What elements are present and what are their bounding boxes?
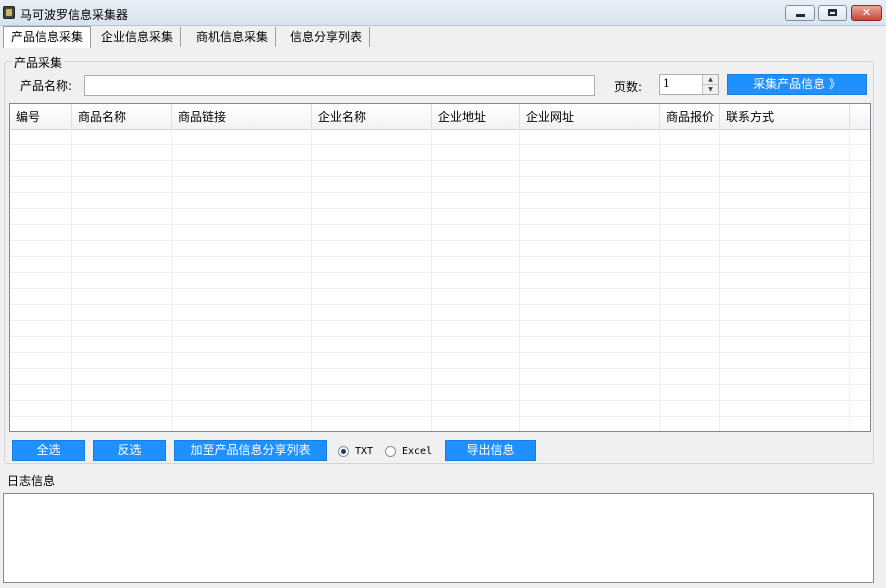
collect-product-button[interactable]: 采集产品信息 》 — [727, 74, 867, 95]
log-title: 日志信息 — [7, 474, 56, 488]
tab-opportunity-collect[interactable]: 商机信息采集 — [189, 27, 277, 47]
tab-company-collect[interactable]: 企业信息采集 — [94, 27, 182, 47]
txt-radio[interactable] — [338, 446, 349, 457]
stepper-up-icon[interactable]: ▲ — [702, 75, 718, 85]
group-title: 产品采集 — [12, 54, 65, 71]
column-divider — [171, 129, 172, 431]
column-header[interactable]: 商品链接 — [172, 104, 312, 129]
title-bar: 马可波罗信息采集器 ✕ — [0, 0, 886, 26]
pages-value: 1 — [663, 77, 670, 90]
maximize-button[interactable] — [818, 5, 847, 21]
column-divider — [519, 129, 520, 431]
maximize-icon — [819, 6, 846, 20]
minimize-icon — [786, 6, 814, 20]
column-header[interactable]: 企业网址 — [520, 104, 660, 129]
txt-radio-label[interactable]: TXT — [355, 446, 373, 457]
invert-selection-button[interactable]: 反选 — [93, 440, 166, 461]
column-divider — [311, 129, 312, 431]
pages-stepper[interactable]: 1 ▲ ▼ — [659, 74, 719, 95]
column-divider — [719, 129, 720, 431]
column-header[interactable]: 联系方式 — [720, 104, 850, 129]
close-button[interactable]: ✕ — [851, 5, 882, 21]
tab-share-list[interactable]: 信息分享列表 — [283, 27, 371, 47]
column-header[interactable]: 商品名称 — [72, 104, 172, 129]
table-header: 编号 商品名称 商品链接 企业名称 企业地址 企业网址 商品报价 联系方式 — [10, 104, 870, 130]
column-header[interactable]: 商品报价 — [660, 104, 720, 129]
product-name-label: 产品名称: — [20, 79, 73, 93]
column-header[interactable]: 编号 — [10, 104, 72, 129]
close-icon: ✕ — [861, 6, 872, 19]
column-divider — [849, 129, 850, 431]
column-divider — [431, 129, 432, 431]
column-header[interactable]: 企业名称 — [312, 104, 432, 129]
select-all-button[interactable]: 全选 — [12, 440, 85, 461]
stepper-down-icon[interactable]: ▼ — [702, 85, 718, 94]
column-divider — [659, 129, 660, 431]
product-table[interactable]: 编号 商品名称 商品链接 企业名称 企业地址 企业网址 商品报价 联系方式 — [9, 103, 871, 432]
table-body — [10, 129, 870, 431]
excel-radio-label[interactable]: Excel — [402, 446, 432, 457]
column-header[interactable]: 企业地址 — [432, 104, 520, 129]
pages-label: 页数: — [614, 80, 643, 94]
tab-product-collect[interactable]: 产品信息采集 — [3, 26, 92, 48]
export-button[interactable]: 导出信息 — [445, 440, 536, 461]
app-icon — [3, 6, 15, 19]
log-textarea[interactable] — [3, 493, 874, 583]
excel-radio[interactable] — [385, 446, 396, 457]
window-title: 马可波罗信息采集器 — [20, 8, 129, 22]
tab-strip: 产品信息采集 企业信息采集 商机信息采集 信息分享列表 — [2, 26, 882, 48]
product-name-input[interactable] — [84, 75, 595, 96]
column-divider — [71, 129, 72, 431]
minimize-button[interactable] — [785, 5, 815, 21]
add-to-share-list-button[interactable]: 加至产品信息分享列表 — [174, 440, 327, 461]
